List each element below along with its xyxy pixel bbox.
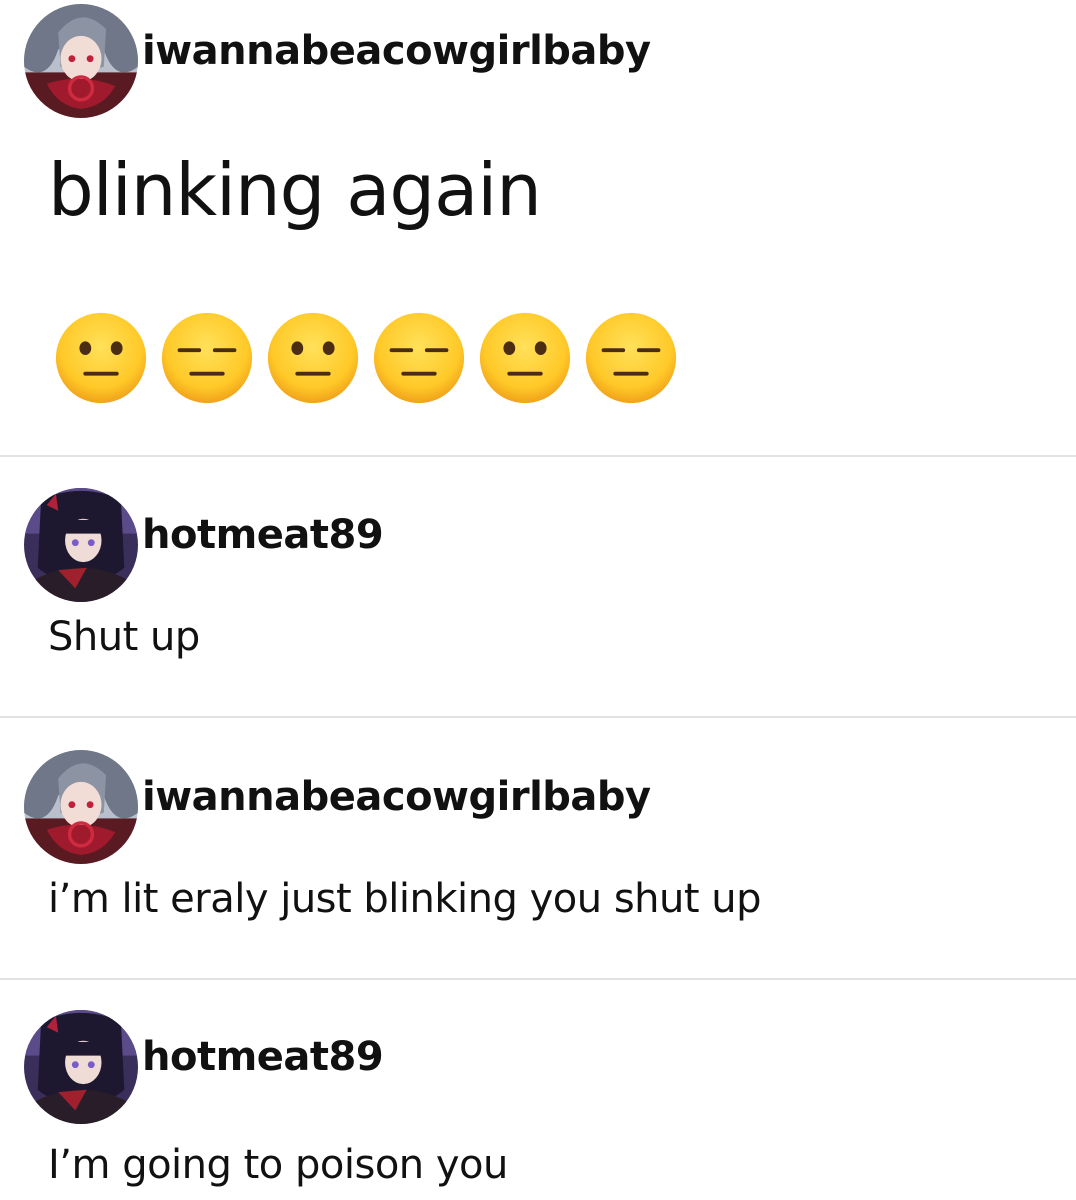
emoji-row: [48, 310, 684, 406]
post-header: iwannabeacowgirlbaby: [24, 4, 651, 118]
post-header: iwannabeacowgirlbaby: [24, 750, 651, 864]
reply-text: Shut up: [48, 614, 200, 660]
expressionless-face-icon: [154, 310, 260, 406]
divider: [0, 716, 1076, 718]
expressionless-face-icon: [578, 310, 684, 406]
divider: [0, 455, 1076, 457]
username[interactable]: hotmeat89: [142, 1034, 384, 1080]
post-header: hotmeat89: [24, 1010, 384, 1124]
neutral-face-icon: [260, 310, 366, 406]
post-text: blinking again: [48, 148, 542, 232]
neutral-face-icon: [472, 310, 578, 406]
neutral-face-icon: [48, 310, 154, 406]
reply-text: i’m lit eraly just blinking you shut up: [48, 876, 762, 922]
avatar[interactable]: [24, 1010, 138, 1124]
avatar[interactable]: [24, 488, 138, 602]
user-avatar-icon: [24, 1010, 138, 1124]
reply-text: I’m going to poison you: [48, 1142, 508, 1188]
expressionless-face-icon: [366, 310, 472, 406]
username[interactable]: iwannabeacowgirlbaby: [142, 28, 651, 74]
username[interactable]: iwannabeacowgirlbaby: [142, 774, 651, 820]
avatar[interactable]: [24, 4, 138, 118]
divider: [0, 978, 1076, 980]
user-avatar-icon: [24, 4, 138, 118]
user-avatar-icon: [24, 750, 138, 864]
user-avatar-icon: [24, 488, 138, 602]
avatar[interactable]: [24, 750, 138, 864]
post-header: hotmeat89: [24, 488, 384, 602]
username[interactable]: hotmeat89: [142, 512, 384, 558]
